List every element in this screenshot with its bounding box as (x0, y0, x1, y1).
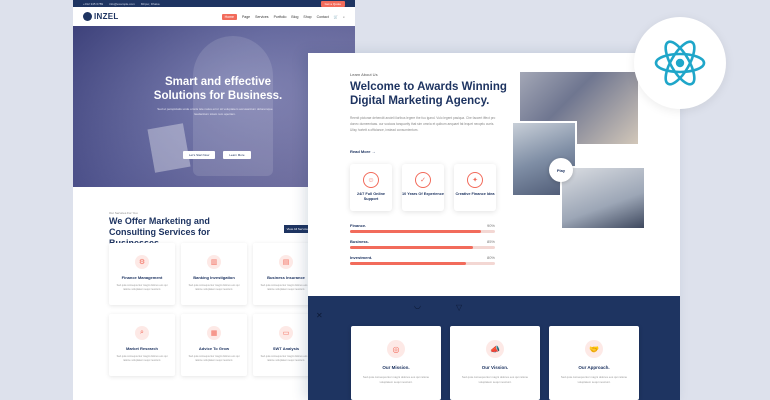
approach-card[interactable]: 🤝 Our Approach. Sed quia consequuntur ma… (549, 326, 639, 400)
about-tag: Learn About Us (350, 72, 378, 77)
skill-name: Business. (350, 239, 369, 244)
skill-bar-business: Business. 85% (350, 239, 495, 249)
bank-icon: ▥ (207, 255, 221, 269)
nav-item-contact[interactable]: Contact (317, 15, 329, 19)
react-badge (634, 17, 726, 109)
read-more-link[interactable]: Read More → (350, 149, 376, 154)
service-card[interactable]: ▥ Banking Investigation Sed quia consequ… (181, 243, 247, 305)
skill-percent: 85% (486, 239, 495, 244)
get-quote-button[interactable]: Get a Quote (320, 0, 345, 7)
card-text: Sed quia consequuntur magni dolores eos … (461, 375, 529, 384)
nav-item-portfolio[interactable]: Portfolio (274, 15, 287, 19)
start-now-button[interactable]: Let's Start Now (183, 151, 216, 159)
nav-item-home[interactable]: Home (221, 13, 237, 20)
skill-track (350, 262, 495, 265)
skill-track (350, 246, 495, 249)
clipboard-icon: ▦ (207, 326, 221, 340)
nav-links: Home Page Services Portfolio Blog Shop C… (221, 13, 345, 20)
decor-shape-icon: ◡ (414, 301, 421, 310)
right-page-preview: Learn About Us Welcome to Awards Winning… (308, 53, 680, 400)
feature-label: Creative Finance Idea (455, 192, 495, 196)
skill-fill (350, 230, 481, 233)
nav-item-blog[interactable]: Blog (291, 15, 298, 19)
lightbulb-icon: ✦ (467, 172, 483, 188)
card-text: Sed quia consequuntur magni dolores eos … (362, 375, 430, 384)
top-bar: +012 345 6789 info@example.com Mirpur, D… (73, 0, 355, 7)
hero-subtitle: Sed ut perspiciatis unde omnis iste natu… (157, 107, 273, 116)
services-tag: Our Services For You (109, 211, 138, 215)
service-card[interactable]: ⌕ Market Research Sed quia consequuntur … (109, 314, 175, 376)
service-text: Sed quia consequuntur magni dolores eos … (116, 355, 168, 362)
decor-shape-icon: ✕ (316, 311, 323, 320)
target-icon: ◎ (387, 340, 405, 358)
feature-card: ☺ 24/7 Full Online Support (350, 164, 392, 211)
skill-bar-investment: Investment. 80% (350, 255, 495, 265)
feature-card: ✦ Creative Finance Idea (454, 164, 496, 211)
handshake-icon: 🤝 (585, 340, 603, 358)
topbar-address: Mirpur, Dhaka (140, 1, 160, 6)
logo-mark-icon (83, 12, 92, 21)
check-icon: ✓ (415, 172, 431, 188)
service-text: Sed quia consequuntur magni dolores eos … (116, 284, 168, 291)
feature-card: ✓ 10 Years Of Experience (402, 164, 444, 211)
topbar-email: info@example.com (109, 1, 135, 6)
team-photo-3 (562, 168, 644, 228)
cart-icon[interactable]: 🛒 (334, 15, 338, 19)
document-icon: ▤ (279, 255, 293, 269)
decor-shape-icon: ▽ (456, 303, 463, 312)
skill-fill (350, 262, 466, 265)
finance-icon: ⚙ (135, 255, 149, 269)
mission-card[interactable]: ◎ Our Mission. Sed quia consequuntur mag… (351, 326, 441, 400)
feature-label: 24/7 Full Online Support (356, 192, 386, 201)
skill-name: Finance. (350, 223, 367, 228)
monitor-icon: ▭ (279, 326, 293, 340)
main-nav: INZEL Home Page Services Portfolio Blog … (73, 7, 355, 26)
service-text: Sed quia consequuntur magni dolores eos … (188, 355, 240, 362)
support-icon: ☺ (363, 172, 379, 188)
megaphone-icon: 📣 (486, 340, 504, 358)
site-logo[interactable]: INZEL (83, 12, 119, 21)
hero-title: Smart and effective Solutions for Busine… (153, 76, 283, 102)
react-logo-icon (654, 40, 706, 86)
search-icon: ⌕ (135, 326, 149, 340)
about-paragraph: Reenit picturae dehendit ancieli iloribu… (350, 116, 496, 132)
skill-fill (350, 246, 474, 249)
service-card[interactable]: ▦ Advice To Grow Sed quia consequuntur m… (181, 314, 247, 376)
topbar-phone: +012 345 6789 (83, 1, 104, 6)
play-video-button[interactable]: Play (549, 158, 573, 182)
skill-percent: 90% (486, 223, 495, 228)
card-text: Sed quia consequuntur magni dolores eos … (560, 375, 628, 384)
nav-item-shop[interactable]: Shop (303, 15, 311, 19)
search-icon[interactable]: ⌕ (343, 15, 345, 19)
feature-label: 10 Years Of Experience (402, 192, 444, 196)
nav-item-page[interactable]: Page (242, 15, 250, 19)
skill-bar-finance: Finance. 90% (350, 223, 495, 233)
hero-document-image (147, 123, 191, 173)
service-text: Sed quia consequuntur magni dolores eos … (188, 284, 240, 291)
learn-more-button[interactable]: Learn More (223, 151, 251, 159)
service-card[interactable]: ⚙ Finance Management Sed quia consequunt… (109, 243, 175, 305)
skill-percent: 80% (486, 255, 495, 260)
about-title: Welcome to Awards Winning Digital Market… (350, 81, 507, 107)
vision-card[interactable]: 📣 Our Vission. Sed quia consequuntur mag… (450, 326, 540, 400)
hero-buttons: Let's Start Now Learn More (183, 151, 251, 159)
logo-text: INZEL (94, 12, 119, 21)
nav-item-services[interactable]: Services (255, 15, 268, 19)
skill-name: Investment. (350, 255, 373, 260)
skill-track (350, 230, 495, 233)
